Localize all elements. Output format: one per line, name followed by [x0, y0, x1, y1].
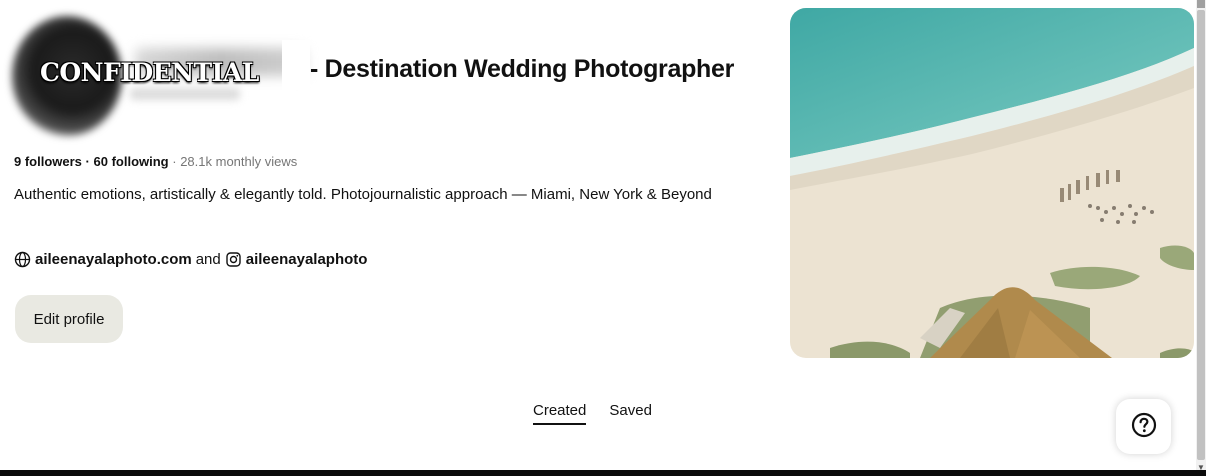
question-mark-icon	[1131, 412, 1157, 441]
globe-icon	[14, 251, 31, 268]
profile-tabs: Created Saved	[533, 402, 652, 425]
bottom-bar	[0, 470, 1206, 476]
stats-separator: ·	[85, 154, 90, 169]
scrollbar-thumb[interactable]	[1197, 10, 1205, 460]
profile-title: - Destination Wedding Photographer	[310, 55, 735, 83]
profile-bio: Authentic emotions, artistically & elega…	[14, 186, 712, 203]
links-and: and	[195, 251, 221, 268]
website-link[interactable]: aileenayalaphoto.com	[35, 251, 192, 268]
following-count[interactable]: 60 following	[94, 154, 169, 169]
tab-created[interactable]: Created	[533, 402, 587, 425]
scroll-up-arrow[interactable]	[1197, 0, 1205, 8]
blurred-username	[130, 88, 240, 100]
confidential-watermark: CONFIDENTIAL	[40, 58, 259, 87]
help-button[interactable]	[1116, 399, 1171, 454]
redaction-mask	[282, 40, 310, 90]
instagram-icon	[225, 251, 242, 268]
monthly-views: · 28.1k monthly views	[172, 154, 298, 169]
profile-links: aileenayalaphoto.com and aileenayalaphot…	[14, 251, 367, 268]
followers-count[interactable]: 9 followers	[14, 154, 82, 169]
instagram-link[interactable]: aileenayalaphoto	[246, 251, 368, 268]
profile-stats: 9 followers · 60 following · 28.1k month…	[14, 154, 297, 169]
tab-saved[interactable]: Saved	[609, 402, 652, 425]
profile-cover-image	[790, 8, 1194, 358]
edit-profile-button[interactable]: Edit profile	[15, 295, 123, 343]
